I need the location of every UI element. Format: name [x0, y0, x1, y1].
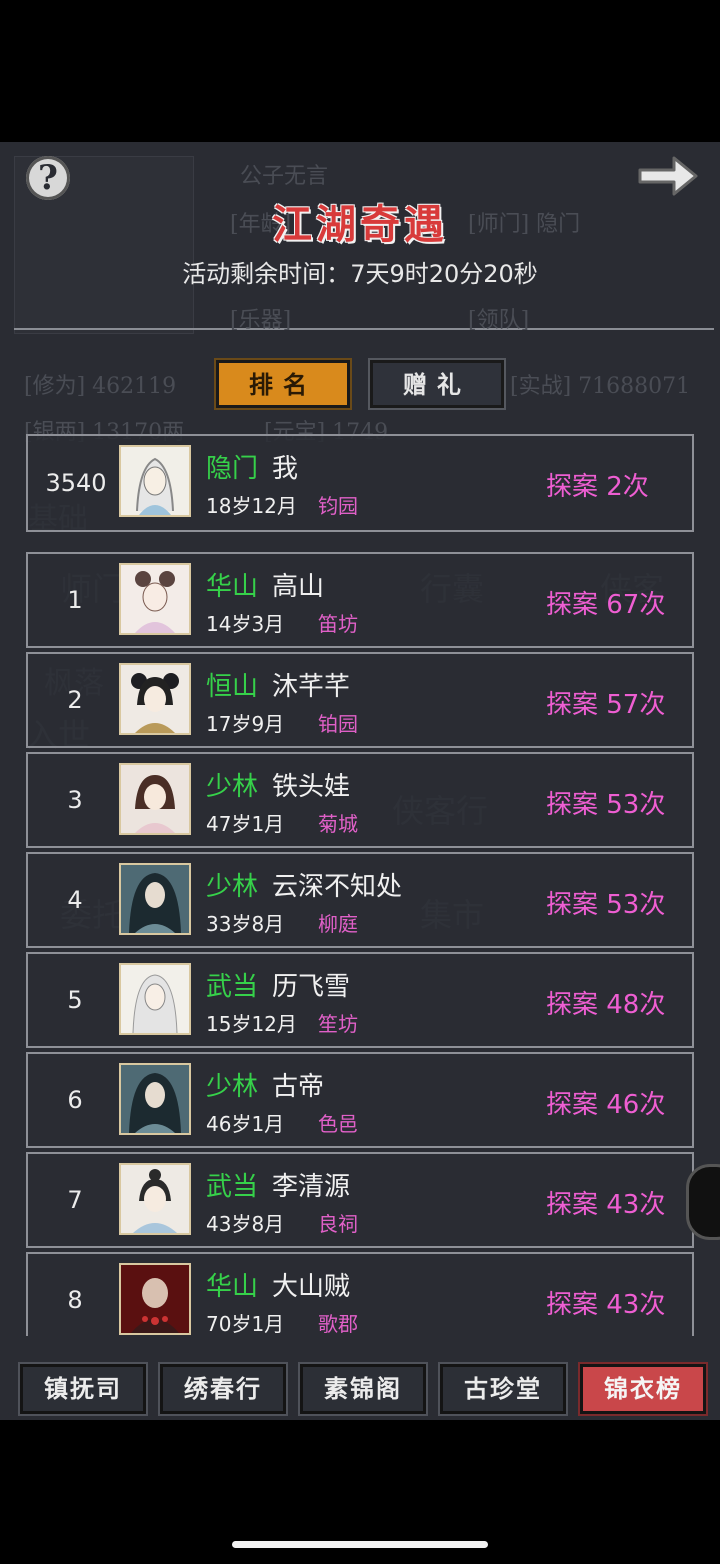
tab-gift[interactable]: 赠礼 [370, 360, 504, 408]
rank-number: 3 [67, 786, 83, 814]
nav-xiuchunxing[interactable]: 绣春行 [160, 1364, 286, 1414]
case-count: 探案 43次 [546, 1290, 666, 1320]
rank-number: 2 [67, 686, 83, 714]
player-age: 33岁8月 [206, 912, 285, 936]
sect-label: 武当 [206, 972, 259, 1002]
rank-number: 4 [67, 886, 83, 914]
rank-number: 6 [67, 1086, 83, 1114]
avatar [119, 1063, 191, 1135]
player-age: 17岁9月 [206, 712, 285, 736]
player-location: 菊城 [318, 812, 358, 836]
player-name: 铁头娃 [272, 772, 351, 802]
bg-text: [修为] 462119 [24, 374, 177, 399]
bg-text: [实战] 71688071 [510, 374, 691, 399]
rank-number: 7 [67, 1186, 83, 1214]
sect-label: 武当 [206, 1172, 259, 1202]
case-count: 探案 48次 [546, 990, 666, 1020]
player-name: 云深不知处 [272, 872, 403, 902]
sect-label: 华山 [206, 1272, 259, 1302]
player-location: 柳庭 [318, 912, 358, 936]
player-name: 李清源 [272, 1172, 351, 1202]
home-indicator[interactable] [232, 1541, 488, 1548]
leaderboard-row[interactable]: 7 武当 李清源 43岁8月 良祠 探案 43次 [26, 1152, 694, 1248]
case-count: 探案 46次 [546, 1090, 666, 1120]
avatar [119, 445, 191, 517]
avatar [119, 963, 191, 1035]
leaderboard-row[interactable]: 6 少林 古帝 46岁1月 色邑 探案 46次 [26, 1052, 694, 1148]
bg-text: [领队] [468, 308, 530, 333]
side-handle[interactable] [686, 1164, 720, 1240]
sect-label: 华山 [206, 572, 259, 602]
nav-zhenfusi[interactable]: 镇抚司 [20, 1364, 146, 1414]
case-count: 探案 43次 [546, 1190, 666, 1220]
player-name: 古帝 [272, 1072, 325, 1102]
my-rank-row[interactable]: 3540 隐门 我 18岁12月 钧园 探案 2次 [26, 434, 694, 532]
sect-label: 隐门 [206, 454, 259, 484]
player-name: 历飞雪 [272, 972, 351, 1002]
nav-sujinge[interactable]: 素锦阁 [300, 1364, 426, 1414]
leaderboard-list[interactable]: 1 华山 高山 14岁3月 笛坊 探案 67次 2 恒山 沐芊芊 17岁9月 铂… [0, 550, 720, 1336]
event-timer: 活动剩余时间：7天9时20分20秒 [0, 254, 720, 289]
leaderboard-row[interactable]: 2 恒山 沐芊芊 17岁9月 铂园 探案 57次 [26, 652, 694, 748]
bg-text: [乐器] [230, 308, 292, 333]
player-location: 笙坊 [318, 1012, 358, 1036]
player-age: 14岁3月 [206, 612, 285, 636]
player-age: 46岁1月 [206, 1112, 285, 1136]
avatar [119, 663, 191, 735]
case-count: 探案 53次 [546, 890, 666, 920]
avatar [119, 563, 191, 635]
leaderboard-row[interactable]: 4 少林 云深不知处 33岁8月 柳庭 探案 53次 [26, 852, 694, 948]
bg-text: 公子无言 [240, 164, 329, 189]
sect-label: 恒山 [206, 672, 259, 702]
background-divider [14, 328, 714, 330]
rank-number: 3540 [45, 469, 107, 497]
nav-guzhentang[interactable]: 古珍堂 [440, 1364, 566, 1414]
leaderboard-row[interactable]: 8 华山 大山贼 70岁1月 歌郡 探案 43次 [26, 1252, 694, 1336]
player-name: 沐芊芊 [272, 672, 351, 702]
sect-label: 少林 [206, 1072, 259, 1102]
rank-number: 5 [67, 986, 83, 1014]
player-location: 笛坊 [318, 612, 358, 636]
case-count: 探案 57次 [546, 690, 666, 720]
avatar [119, 1263, 191, 1335]
tab-ranking[interactable]: 排名 [216, 360, 350, 408]
player-location: 良祠 [318, 1212, 358, 1236]
avatar [119, 763, 191, 835]
player-name: 大山贼 [272, 1272, 351, 1302]
player-location: 铂园 [318, 712, 358, 736]
leaderboard-row[interactable]: 3 少林 铁头娃 47岁1月 菊城 探案 53次 [26, 752, 694, 848]
sect-label: 少林 [206, 872, 259, 902]
player-name: 高山 [272, 572, 325, 602]
timer-label: 活动剩余时间： [182, 260, 351, 288]
timer-value: 7天9时20分20秒 [350, 260, 538, 288]
player-age: 47岁1月 [206, 812, 285, 836]
player-location: 色邑 [318, 1112, 358, 1136]
leaderboard-row[interactable]: 5 武当 历飞雪 15岁12月 笙坊 探案 48次 [26, 952, 694, 1048]
case-count: 探案 53次 [546, 790, 666, 820]
player-location: 歌郡 [318, 1312, 358, 1336]
nav-jinyibang[interactable]: 锦衣榜 [580, 1364, 706, 1414]
avatar [119, 863, 191, 935]
player-age: 70岁1月 [206, 1312, 285, 1336]
event-panel: 公子无言 [年龄] [师门] 隐门 [乐器] [领队] [修为] 462119 … [0, 142, 720, 1420]
sect-label: 少林 [206, 772, 259, 802]
rank-number: 1 [67, 586, 83, 614]
player-location: 钧园 [318, 494, 358, 518]
avatar [119, 1163, 191, 1235]
player-name: 我 [272, 454, 299, 484]
event-title: 江湖奇遇 [272, 201, 448, 248]
player-age: 15岁12月 [206, 1012, 297, 1036]
player-age: 43岁8月 [206, 1212, 285, 1236]
leaderboard-row[interactable]: 1 华山 高山 14岁3月 笛坊 探案 67次 [26, 552, 694, 648]
rank-number: 8 [67, 1286, 83, 1314]
case-count: 探案 67次 [546, 590, 666, 620]
player-age: 18岁12月 [206, 494, 297, 518]
case-count: 探案 2次 [546, 472, 649, 502]
